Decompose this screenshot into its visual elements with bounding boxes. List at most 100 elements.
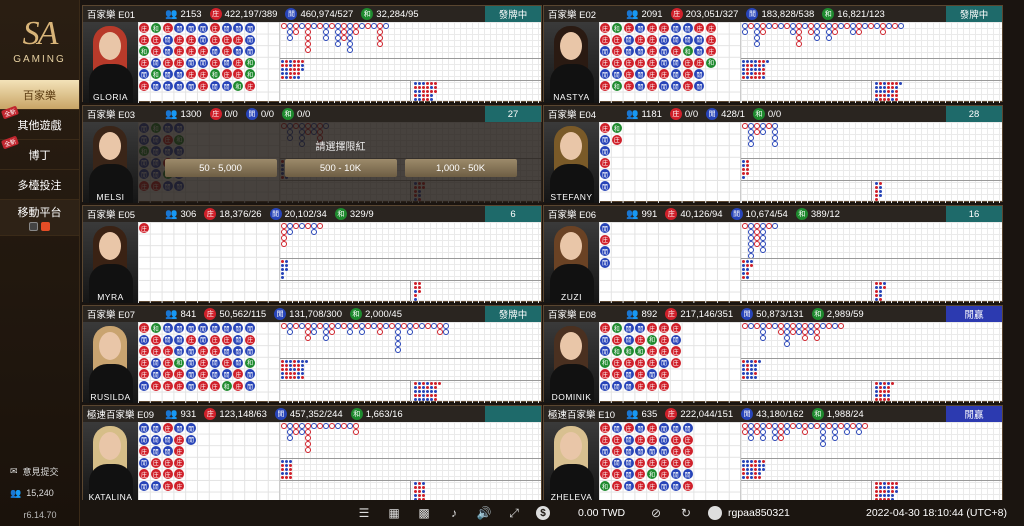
- big-road: [280, 322, 541, 403]
- derived-road-marker: [879, 86, 882, 89]
- bead-marker: 庄: [209, 57, 220, 68]
- baccarat-table[interactable]: 百家樂 E08 👥 892 庄 217,146/351 閒 50,873/131 和 2,989…: [543, 305, 1003, 403]
- derived-road-marker: [742, 260, 745, 263]
- bead-marker: 庄: [670, 434, 681, 445]
- music-icon[interactable]: ♪: [446, 505, 462, 521]
- table-name: 百家樂 E03: [87, 110, 136, 121]
- baccarat-table[interactable]: 百家樂 E02 👥 2091 庄 203,051/327 閒 183,828/538 和 16,…: [543, 5, 1003, 103]
- derived-road-marker: [426, 398, 429, 401]
- baccarat-table[interactable]: 百家樂 E07 👥 841 庄 50,562/115 閒 131,708/300 和 2,000…: [82, 305, 542, 403]
- bet-limit-button[interactable]: 500 - 10K: [284, 159, 397, 177]
- sidebar-item-1[interactable]: 全新 其他遊戲: [0, 105, 79, 140]
- bead-marker: 閒: [209, 323, 220, 333]
- fullscreen-icon[interactable]: ⤢: [506, 505, 522, 521]
- road-divider: [280, 458, 541, 459]
- derived-road-marker: [879, 398, 882, 401]
- derived-road-marker: [875, 390, 878, 393]
- sidebar-item-label: 百家樂: [23, 89, 56, 102]
- banker-stat-value: 222,044/151: [680, 408, 734, 420]
- derived-road-marker: [754, 376, 757, 379]
- derived-road-marker: [742, 76, 745, 79]
- tie-stat: 和 389/12: [795, 208, 840, 220]
- hide-balance-icon[interactable]: ⊘: [648, 505, 664, 521]
- bead-marker: 庄: [162, 346, 173, 357]
- sound-icon[interactable]: 🔊: [476, 505, 492, 521]
- derived-road-marker: [746, 468, 749, 471]
- derived-road-marker: [414, 394, 417, 397]
- big-road-marker: [820, 441, 826, 447]
- derived-road-marker: [293, 60, 296, 63]
- bead-marker: 閒: [162, 81, 173, 91]
- baccarat-table[interactable]: 極速百家樂 E10 👥 635 庄 222,044/151 閒 43,180/162 和 1,9…: [543, 405, 1003, 503]
- banker-badge: 庄: [669, 108, 682, 120]
- grid-view-icon[interactable]: ▦: [386, 505, 402, 521]
- bet-limit-options: 50 - 5,000 500 - 10K 1,000 - 50K: [164, 159, 517, 177]
- sidebar-item-2[interactable]: 全新 博丁: [0, 135, 79, 170]
- baccarat-table[interactable]: 極速百家樂 E09 👥 931 庄 123,148/63 閒 457,352/244 和 1,6…: [82, 405, 542, 503]
- bet-limit-button[interactable]: 1,000 - 50K: [404, 159, 517, 177]
- list-view-icon[interactable]: ☰: [356, 505, 372, 521]
- bet-limit-button[interactable]: 50 - 5,000: [164, 159, 277, 177]
- bead-marker: 庄: [186, 334, 197, 345]
- baccarat-table[interactable]: 百家樂 E06 👥 991 庄 40,126/94 閒 10,674/54 和 389/12 16…: [543, 205, 1003, 303]
- baccarat-table[interactable]: 百家樂 E04 👥 1181 庄 0/0 閒 428/1 和 0/0 28 STEFANY 庄閒閒庄閒…: [543, 105, 1003, 203]
- bead-marker: 閒: [635, 423, 646, 433]
- derived-road-marker: [742, 368, 745, 371]
- baccarat-table[interactable]: 百家樂 E05 👥 306 庄 18,376/26 閒 20,102/34 和 329/9 6 MY…: [82, 205, 542, 303]
- big-road-marker: [754, 41, 760, 47]
- bead-marker: 庄: [150, 469, 161, 480]
- feedback-link[interactable]: ✉ 意見提交: [0, 460, 80, 482]
- refresh-icon[interactable]: ↻: [678, 505, 694, 521]
- big-road-marker: [287, 229, 293, 235]
- banker-stat-value: 217,146/351: [680, 308, 734, 320]
- baccarat-table[interactable]: 百家樂 E01 👥 2153 庄 422,197/389 閒 460,974/527 和 32,…: [82, 5, 542, 103]
- sidebar-item-mobile[interactable]: 移動平台: [0, 200, 79, 236]
- bead-marker: 庄: [611, 434, 622, 445]
- bead-marker: 庄: [600, 81, 610, 91]
- derived-road-marker: [746, 76, 749, 79]
- road-divider: [410, 80, 411, 102]
- bead-marker: 庄: [647, 381, 658, 391]
- derived-road-marker: [750, 460, 753, 463]
- bead-marker: 和: [245, 357, 256, 368]
- derived-road-marker: [883, 98, 886, 101]
- bead-marker: 庄: [233, 57, 244, 68]
- derived-road-marker: [414, 286, 417, 289]
- bead-marker: 閒: [623, 46, 634, 57]
- derived-road-marker: [754, 60, 757, 63]
- table-header: 百家樂 E02 👥 2091 庄 203,051/327 閒 183,828/538 和 16,…: [544, 6, 1002, 22]
- baccarat-table[interactable]: 百家樂 E03👥1300庄0/0閒0/0和0/027MELSI閒閒和閒閒庄和閒閒…: [82, 105, 543, 203]
- bead-marker: 和: [174, 357, 185, 368]
- table-name: 極速百家樂 E10: [548, 410, 616, 421]
- big-road-marker: [772, 141, 778, 147]
- derived-road-marker: [293, 376, 296, 379]
- bead-marker: 庄: [186, 34, 197, 45]
- bead-marker: 和: [139, 46, 149, 57]
- player-stat: 閒 428/1: [706, 108, 745, 120]
- dealer-face: [99, 332, 121, 360]
- bead-marker: 閒: [233, 357, 244, 368]
- derived-road-marker: [762, 464, 765, 467]
- tie-stat-value: 329/9: [349, 208, 374, 220]
- tie-stat: 和 0/0: [752, 108, 781, 120]
- derived-road-marker: [285, 476, 288, 479]
- bead-marker: 庄: [659, 323, 669, 333]
- banker-badge: 庄: [665, 208, 678, 220]
- bead-marker: 閒: [635, 323, 646, 333]
- derived-road-marker: [414, 294, 417, 297]
- sidebar-item-0[interactable]: 百家樂: [0, 80, 79, 110]
- big-road-marker: [784, 429, 790, 435]
- bead-marker: 閒: [600, 69, 610, 80]
- bead-marker: 閒: [174, 334, 185, 345]
- bead-marker: 庄: [682, 434, 693, 445]
- sidebar-item-3[interactable]: 多檯投注: [0, 170, 79, 200]
- banker-badge: 庄: [209, 108, 222, 120]
- sa-gaming-logo[interactable]: SA GAMING: [0, 0, 79, 80]
- tie-stat: 和 1,663/16: [350, 408, 403, 420]
- derived-road-marker: [285, 68, 288, 71]
- player-count: 👥 931: [165, 409, 196, 420]
- derived-road-marker: [879, 298, 882, 301]
- tie-badge: 和: [361, 8, 374, 20]
- grid-dense-icon[interactable]: ▩: [416, 505, 432, 521]
- bead-marker: 閒: [174, 346, 185, 357]
